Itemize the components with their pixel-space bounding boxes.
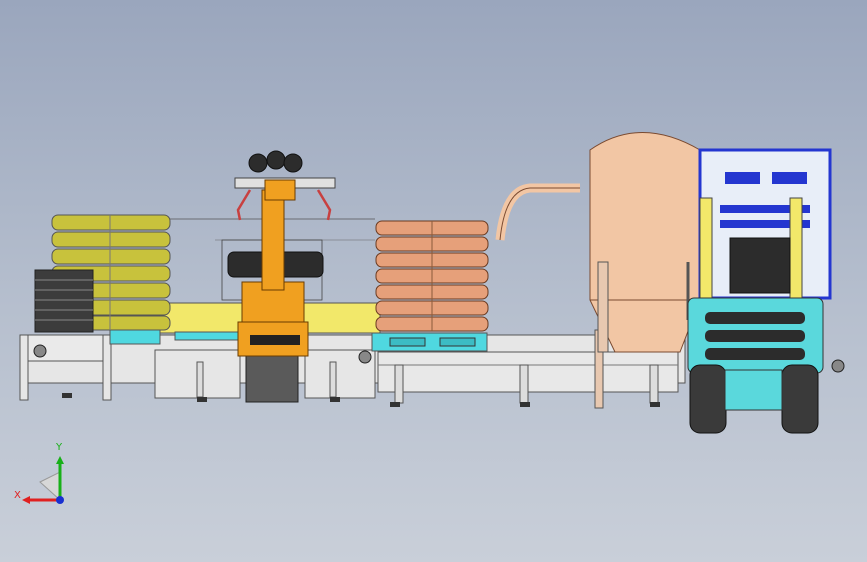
storage-silo-icon: [495, 132, 701, 353]
assembly-scene[interactable]: [0, 0, 867, 562]
axis-triad-graphic: [22, 456, 64, 504]
axis-label-x: X: [14, 490, 21, 501]
forklift-icon: [687, 148, 832, 434]
bag-stack-center-icon: [375, 220, 489, 332]
axis-triad-icon: Y X: [12, 438, 82, 508]
pallet-stack: [34, 269, 94, 333]
axis-label-y: Y: [56, 442, 63, 453]
cad-viewport[interactable]: Y X: [0, 0, 867, 562]
